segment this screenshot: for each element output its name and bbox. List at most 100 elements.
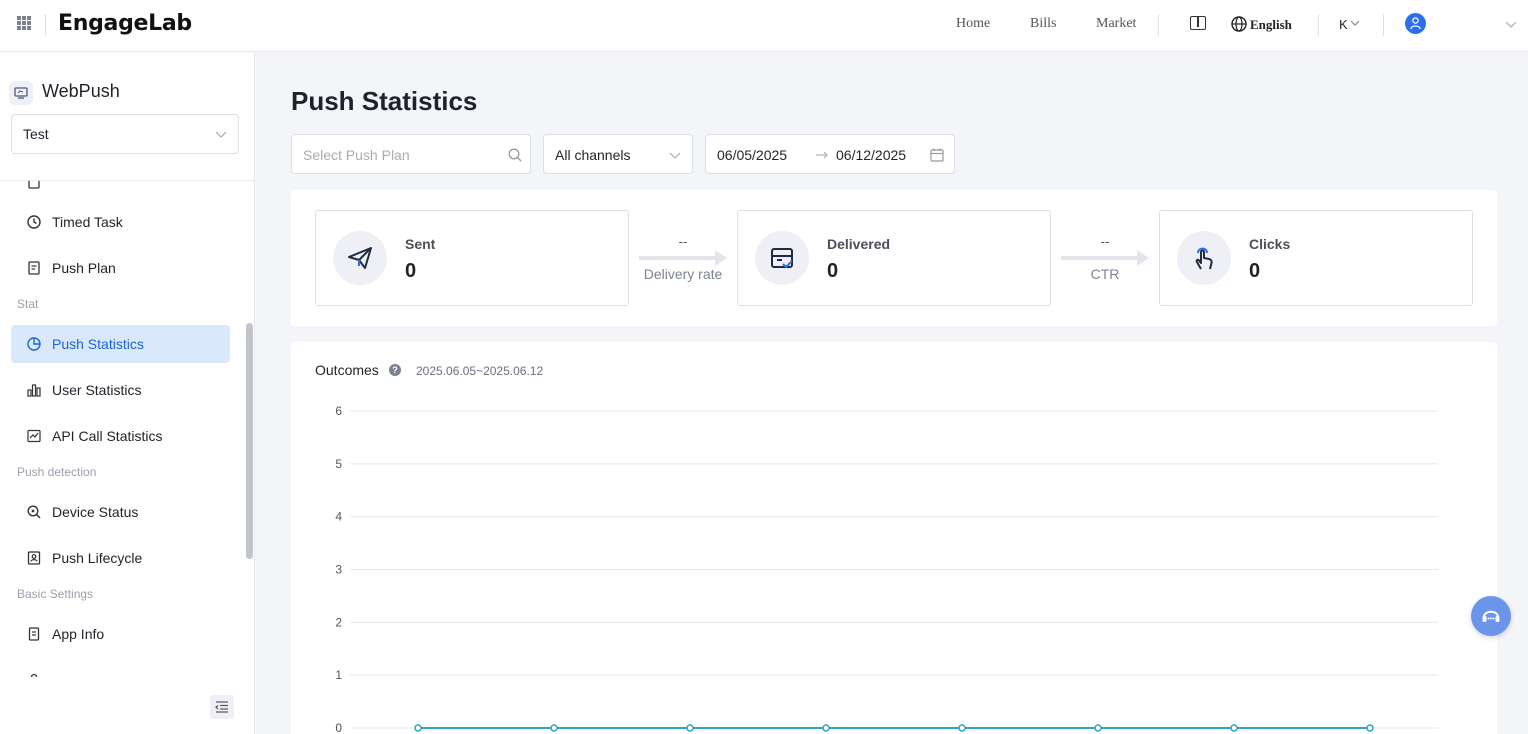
divider	[45, 14, 46, 36]
divider	[1383, 14, 1384, 36]
top-bar: EngageLab Home Bills Market English K	[0, 0, 1528, 52]
nav-home[interactable]: Home	[956, 16, 990, 32]
globe-icon[interactable]	[1231, 16, 1247, 32]
language-selector[interactable]: English	[1250, 17, 1292, 33]
line-chart-icon	[27, 429, 41, 443]
y-tick-label: 5	[335, 457, 342, 471]
delivery-rate-label: Delivery rate	[643, 266, 723, 282]
sidebar-item-push-plan[interactable]: Push Plan	[11, 249, 230, 287]
search-device-icon	[27, 505, 41, 519]
document-icon	[28, 261, 40, 275]
data-point[interactable]	[958, 724, 966, 732]
paper-plane-icon	[348, 247, 372, 269]
sidebar-item-device-status[interactable]: Device Status	[11, 493, 230, 531]
data-point[interactable]	[550, 724, 558, 732]
y-tick-label: 2	[335, 615, 342, 629]
y-tick-label: 6	[335, 404, 342, 418]
sidebar-item-label: App Info	[52, 626, 105, 642]
sidebar-item-label: Device Status	[52, 504, 139, 520]
date-range-picker[interactable]: 06/05/2025 06/12/2025	[705, 134, 955, 174]
collapse-sidebar-button[interactable]	[210, 695, 234, 719]
user-icon	[1410, 17, 1421, 30]
sidebar-item-label: Push Statistics	[52, 336, 144, 352]
data-point[interactable]	[686, 724, 694, 732]
sent-stat: Sent 0	[315, 210, 629, 306]
sent-icon-circle	[333, 231, 387, 285]
search-icon	[508, 148, 522, 162]
data-point[interactable]	[414, 724, 422, 732]
delivered-icon-circle	[755, 231, 809, 285]
sent-value: 0	[405, 260, 417, 282]
data-point[interactable]	[1230, 724, 1238, 732]
sidebar-item-label: User Statistics	[52, 382, 142, 398]
delivered-box-icon	[771, 248, 793, 269]
docs-book-icon[interactable]	[1190, 16, 1206, 30]
sidebar-item-hidden[interactable]	[11, 181, 230, 201]
contact-card-icon	[27, 551, 41, 565]
webpush-app-icon	[9, 81, 33, 105]
clicks-label: Clicks	[1249, 236, 1291, 252]
arrow-right-icon	[816, 151, 828, 159]
support-chat-button[interactable]	[1471, 596, 1511, 636]
sidebar-item-label: Timed Task	[52, 214, 123, 230]
headset-icon	[1482, 610, 1500, 622]
nav-bills[interactable]: Bills	[1030, 16, 1056, 32]
channel-select[interactable]: All channels	[543, 134, 693, 174]
data-point[interactable]	[1366, 724, 1374, 732]
group-label-basic-settings: Basic Settings	[17, 587, 94, 601]
info-document-icon	[28, 627, 40, 641]
y-tick-label: 1	[335, 668, 342, 682]
nav-market[interactable]: Market	[1096, 16, 1136, 32]
data-point[interactable]	[1094, 724, 1102, 732]
group-label-stat: Stat	[17, 297, 39, 311]
delivered-value: 0	[827, 260, 839, 282]
date-end[interactable]: 06/12/2025	[836, 147, 906, 163]
divider	[1318, 14, 1319, 36]
sidebar-item-push-lifecycle[interactable]: Push Lifecycle	[11, 539, 230, 577]
sidebar-item-label: API Call Statistics	[52, 428, 163, 444]
logo[interactable]: EngageLab	[58, 11, 192, 36]
sidebar-item-user-statistics[interactable]: User Statistics	[11, 371, 230, 409]
sidebar-scrollbar[interactable]	[246, 323, 253, 559]
clicks-value: 0	[1249, 260, 1261, 282]
app-grid-icon[interactable]	[17, 16, 31, 30]
bar-chart-icon	[27, 384, 41, 397]
y-tick-label: 0	[335, 721, 342, 734]
delivered-label: Delivered	[827, 236, 891, 252]
outcomes-line-chart: 0 1 2 3 4 5 6	[335, 404, 1438, 734]
sidebar-item-app-info[interactable]: App Info	[11, 615, 230, 653]
user-avatar[interactable]	[1405, 13, 1426, 34]
push-plan-placeholder: Select Push Plan	[303, 147, 410, 163]
list-icon	[28, 181, 40, 189]
sidebar-item-api-call-statistics[interactable]: API Call Statistics	[11, 417, 230, 455]
chevron-down-icon[interactable]	[1350, 18, 1360, 28]
sidebar-item-push-statistics[interactable]: Push Statistics	[11, 325, 230, 363]
chevron-down-icon	[669, 152, 681, 159]
funnel-card: Sent 0 -- Delivery rate Delivered 0 -- C…	[291, 190, 1497, 326]
date-start[interactable]: 06/05/2025	[717, 147, 787, 163]
sidebar-item-timed-task[interactable]: Timed Task	[11, 203, 230, 241]
channel-select-value: All channels	[555, 147, 631, 163]
app-select[interactable]: Test	[11, 114, 239, 154]
clicks-stat: Clicks 0	[1159, 210, 1473, 306]
y-tick-label: 3	[335, 563, 342, 577]
divider	[1158, 14, 1159, 36]
app-name: WebPush	[42, 81, 120, 101]
ctr-label: CTR	[1090, 266, 1120, 282]
outcomes-card: Outcomes ? 2025.06.05~2025.06.12 0123456	[291, 342, 1497, 734]
collapse-icon	[215, 701, 228, 713]
sent-label: Sent	[405, 236, 436, 252]
sidebar-menu: Timed Task Push Plan Stat Push Statistic…	[0, 181, 254, 677]
sidebar-item-cut-off[interactable]	[11, 661, 230, 677]
pie-chart-icon	[27, 337, 41, 351]
calendar-icon	[930, 148, 944, 162]
data-point[interactable]	[822, 724, 830, 732]
account-selector[interactable]: K	[1339, 17, 1348, 32]
settings-icon	[30, 673, 38, 677]
clicks-icon-circle	[1177, 231, 1231, 285]
chevron-down-icon[interactable]	[1505, 19, 1517, 29]
push-plan-search-input[interactable]: Select Push Plan	[291, 134, 531, 174]
sidebar: WebPush Test Timed Task Push Plan Stat P…	[0, 53, 255, 734]
group-label-push-detection: Push detection	[17, 465, 97, 479]
y-tick-label: 4	[335, 510, 342, 524]
